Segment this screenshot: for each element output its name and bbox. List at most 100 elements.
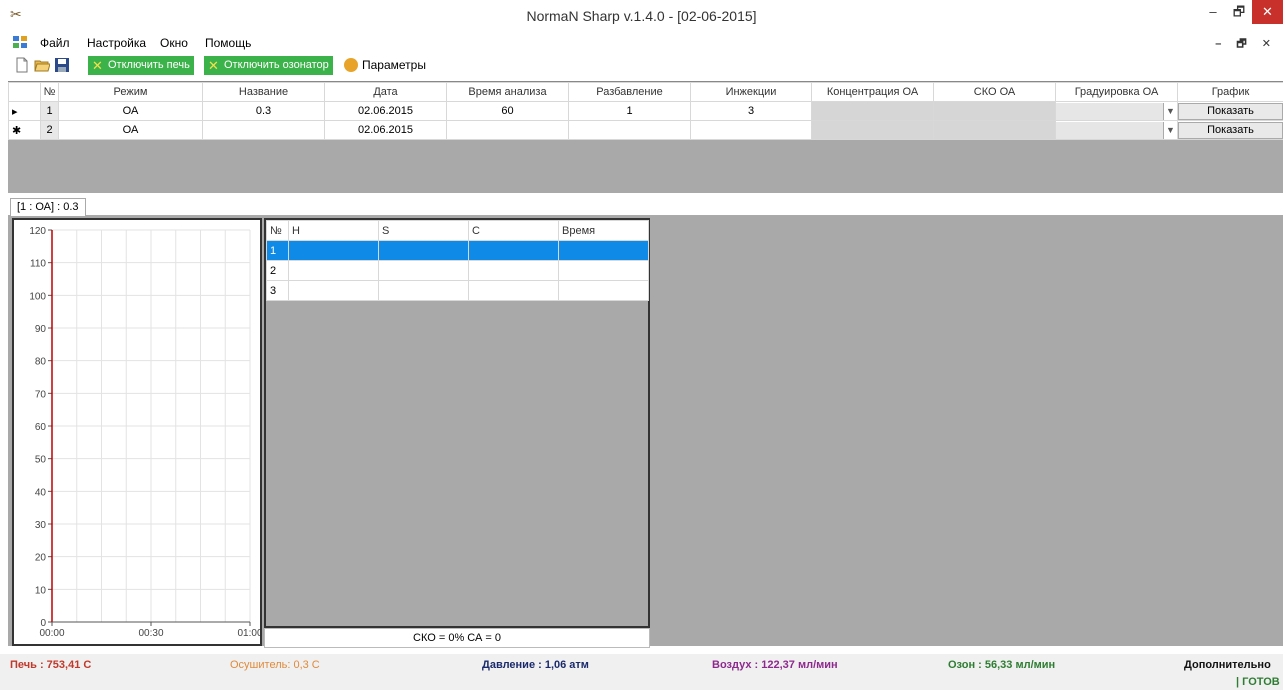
minimize-button[interactable]: – — [1200, 0, 1226, 24]
window-title: NormaN Sharp v.1.4.0 - [02-06-2015] — [526, 8, 757, 24]
menu-help[interactable]: Помощь — [205, 36, 251, 50]
cell-dilution[interactable]: 1 — [568, 101, 691, 121]
cell-analysis-time[interactable]: 60 — [446, 101, 569, 121]
cell-mode[interactable]: ОА — [58, 101, 203, 121]
chevron-down-icon[interactable]: ▼ — [1163, 102, 1177, 120]
col-header-c[interactable]: C — [468, 220, 559, 241]
col-header-analysis-time[interactable]: Время анализа — [446, 82, 569, 102]
maximize-button[interactable]: 🗗 — [1226, 0, 1252, 24]
cell-c[interactable] — [468, 240, 559, 261]
cell-num[interactable]: 3 — [266, 280, 289, 301]
cell-calibration[interactable]: ▼ — [1055, 120, 1178, 140]
cell-name[interactable]: 0.3 — [202, 101, 325, 121]
y-tick-label: 20 — [35, 553, 47, 564]
table-row[interactable]: ▸ 1 ОА 0.3 02.06.2015 60 1 3 ▼ Показать — [8, 101, 1283, 121]
ozone-flow-readout: Озон : 56,33 мл/мин — [948, 659, 1056, 671]
table-row[interactable]: ✱ 2 ОА 02.06.2015 ▼ Показать — [8, 120, 1283, 140]
mdi-window-controls[interactable]: – 🗗 ✕ — [1215, 35, 1277, 54]
y-tick-label: 90 — [35, 324, 47, 335]
cell-sko — [933, 101, 1056, 121]
current-row-marker[interactable]: ▸ — [8, 101, 41, 121]
col-header-name[interactable]: Название — [202, 82, 325, 102]
chromatogram-chart[interactable]: 010203040506070809010011012000:00 00:30 01… — [14, 220, 260, 644]
additional-button[interactable]: Дополнительно — [1184, 659, 1271, 671]
table-row[interactable]: 3 — [266, 280, 649, 301]
cell-concentration — [811, 101, 934, 121]
table-row[interactable]: 2 — [266, 260, 649, 281]
cell-time[interactable] — [558, 240, 649, 261]
col-header-h[interactable]: H — [288, 220, 379, 241]
cell-c[interactable] — [468, 280, 559, 301]
y-tick-label: 110 — [30, 259, 46, 270]
col-header-num[interactable]: № — [40, 82, 59, 102]
disable-oven-button[interactable]: ✕ Отключить печь — [88, 56, 194, 75]
y-tick-label: 100 — [29, 291, 46, 302]
menu-file[interactable]: Файл — [40, 36, 70, 50]
cell-s[interactable] — [378, 240, 469, 261]
show-chart-button[interactable]: Показать — [1178, 121, 1283, 139]
y-tick-label: 70 — [35, 389, 47, 400]
col-header-mode[interactable]: Режим — [58, 82, 203, 102]
cell-analysis-time[interactable] — [446, 120, 569, 140]
cell-time[interactable] — [558, 260, 649, 281]
new-row-marker[interactable]: ✱ — [8, 120, 41, 140]
calibration-combo[interactable]: ▼ — [1056, 121, 1177, 139]
cell-injections[interactable] — [690, 120, 812, 140]
cell-sko — [933, 120, 1056, 140]
col-header-num[interactable]: № — [266, 220, 289, 241]
cell-c[interactable] — [468, 260, 559, 281]
chart-panel: 0 10 20 30 40 50 60 70 80 90 100 110 120 00:00 00:30 01… — [12, 218, 262, 646]
chevron-down-icon[interactable]: ▼ — [1163, 121, 1177, 139]
disable-icon: ✕ — [208, 58, 219, 73]
new-file-icon[interactable] — [14, 57, 30, 73]
cell-chart[interactable]: Показать — [1177, 101, 1283, 121]
cell-dilution[interactable] — [568, 120, 691, 140]
cell-num[interactable]: 2 — [40, 120, 59, 140]
cell-time[interactable] — [558, 280, 649, 301]
cell-num[interactable]: 2 — [266, 260, 289, 281]
parameters-label: Параметры — [362, 58, 426, 72]
cell-name[interactable] — [202, 120, 325, 140]
cell-s[interactable] — [378, 280, 469, 301]
parameters-button[interactable]: Параметры — [344, 58, 426, 72]
col-header-sko[interactable]: СКО ОА — [933, 82, 1056, 102]
col-header-time[interactable]: Время — [558, 220, 649, 241]
table-row[interactable]: 1 — [266, 240, 649, 261]
close-button[interactable]: ✕ — [1252, 0, 1283, 24]
cell-calibration[interactable]: ▼ — [1055, 101, 1178, 121]
cell-mode[interactable]: ОА — [58, 120, 203, 140]
cell-s[interactable] — [378, 260, 469, 281]
col-header-date[interactable]: Дата — [324, 82, 447, 102]
disable-ozonator-label: Отключить озонатор — [224, 59, 329, 71]
calibration-combo[interactable]: ▼ — [1056, 102, 1177, 120]
col-header-calibration[interactable]: Градуировка ОА — [1055, 82, 1178, 102]
cell-chart[interactable]: Показать — [1177, 120, 1283, 140]
col-header-s[interactable]: S — [378, 220, 469, 241]
cell-num[interactable]: 1 — [40, 101, 59, 121]
cell-h[interactable] — [288, 260, 379, 281]
open-folder-icon[interactable] — [34, 57, 50, 73]
menu-settings[interactable]: Настройка — [87, 36, 146, 50]
col-header-concentration[interactable]: Концентрация ОА — [811, 82, 934, 102]
cell-num[interactable]: 1 — [266, 240, 289, 261]
cell-injections[interactable]: 3 — [690, 101, 812, 121]
x-tick-label: 00:00 — [39, 628, 64, 639]
statistics-footer: СКО = 0% СА = 0 — [264, 628, 650, 648]
menu-window[interactable]: Окно — [160, 36, 188, 50]
disable-ozonator-button[interactable]: ✕ Отключить озонатор — [204, 56, 333, 75]
col-header-injections[interactable]: Инжекции — [690, 82, 812, 102]
cell-h[interactable] — [288, 240, 379, 261]
cell-date[interactable]: 02.06.2015 — [324, 120, 447, 140]
col-header-dilution[interactable]: Разбавление — [568, 82, 691, 102]
col-header-chart[interactable]: График — [1177, 82, 1283, 102]
cell-h[interactable] — [288, 280, 379, 301]
tab-sample-1[interactable]: [1 : ОА] : 0.3 — [10, 198, 86, 216]
x-tick-label: 00:30 — [138, 628, 163, 639]
mdi-window-icon[interactable] — [12, 35, 28, 49]
save-icon[interactable] — [54, 57, 70, 73]
oven-temperature: Печь : 753,41 С — [10, 659, 92, 671]
y-tick-label: 80 — [35, 357, 47, 368]
y-tick-label: 50 — [35, 455, 47, 466]
show-chart-button[interactable]: Показать — [1178, 102, 1283, 120]
cell-date[interactable]: 02.06.2015 — [324, 101, 447, 121]
